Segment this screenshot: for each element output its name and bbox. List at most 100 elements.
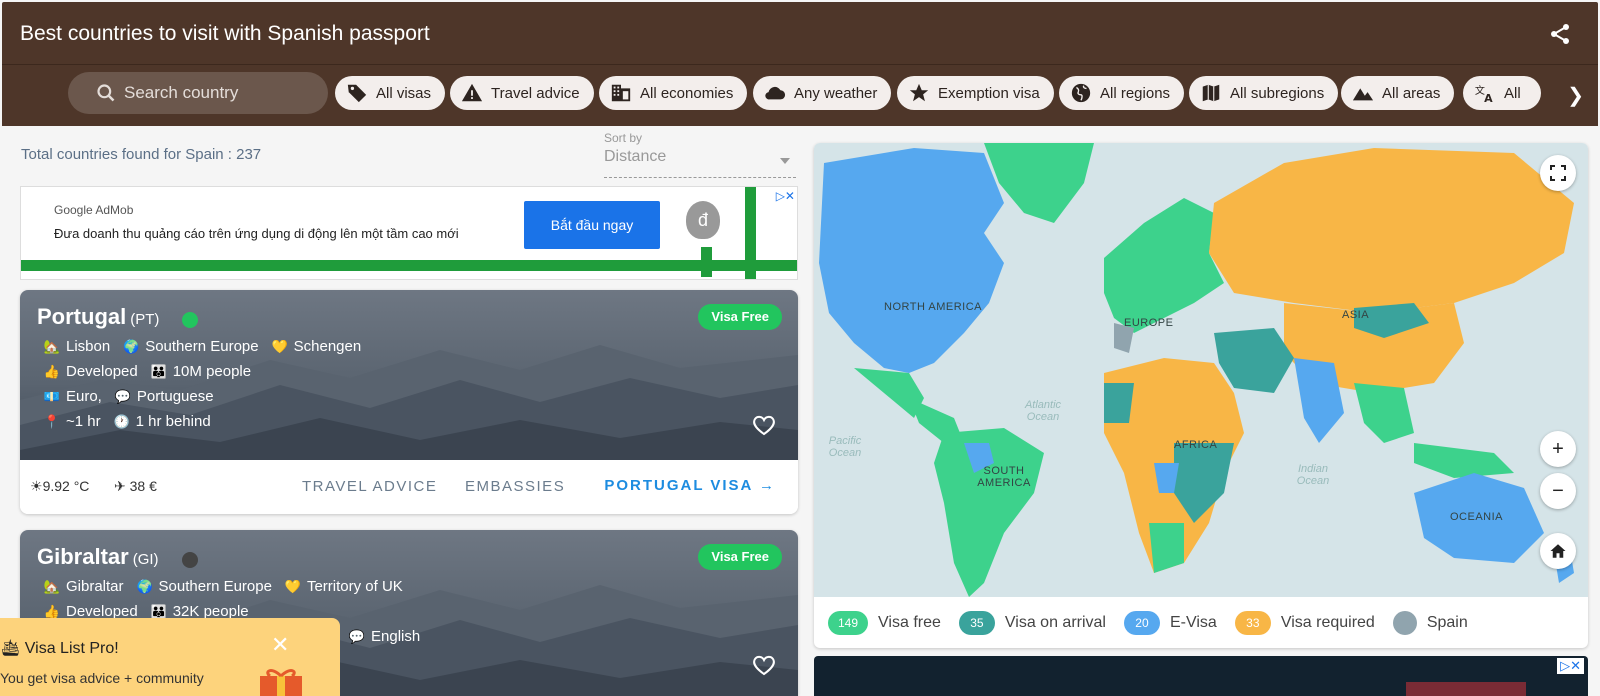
legend-e-visa[interactable]: 20 E-Visa: [1123, 610, 1217, 635]
card-row-location: 🏡 Lisbon 🌍 Southern Europe 💛 Schengen: [43, 338, 362, 355]
svg-text:A: A: [1484, 92, 1493, 104]
search-icon: [97, 84, 115, 102]
chip-label: All areas: [1382, 84, 1441, 102]
filter-bar: Search country All visas Travel advice A…: [2, 64, 1598, 126]
legend-count: 33: [1234, 610, 1271, 635]
app-header: Best countries to visit with Spanish pas…: [2, 2, 1598, 64]
search-input[interactable]: Search country: [68, 72, 328, 114]
filter-travel-advice[interactable]: Travel advice: [450, 76, 594, 110]
world-map-shapes: [819, 143, 1574, 597]
fullscreen-icon: [1550, 165, 1566, 181]
sort-select[interactable]: Distance: [604, 148, 796, 178]
house-icon: 🏡: [43, 338, 61, 354]
status-dot: [182, 552, 198, 568]
ad-banner-bottom[interactable]: ▷✕: [814, 656, 1588, 696]
chip-label: All: [1504, 84, 1521, 102]
promo-text: You get visa advice + community: [0, 670, 204, 686]
legend-label: Visa free: [878, 613, 941, 631]
country-name: Gibraltar (GI): [37, 544, 159, 569]
ad-text: Đưa doanh thu quảng cáo trên ứng dụng di…: [54, 226, 459, 241]
sort-value: Distance: [604, 148, 667, 165]
chip-label: Any weather: [794, 84, 878, 102]
ad-decoration: [701, 247, 712, 277]
chip-label: Travel advice: [491, 84, 580, 102]
travel-advice-link[interactable]: TRAVEL ADVICE: [302, 478, 437, 495]
card-row-location: 🏡 Gibraltar 🌍 Southern Europe 💛 Territory o…: [43, 578, 403, 595]
legend-label: Visa required: [1280, 613, 1375, 631]
filter-all-economies[interactable]: All economies: [599, 76, 748, 110]
map-label-africa: AFRICA: [1174, 439, 1218, 451]
home-button[interactable]: [1540, 533, 1576, 569]
favorite-heart-icon[interactable]: [752, 654, 776, 676]
favorite-heart-icon[interactable]: [752, 414, 776, 436]
ad-brand: Google AdMob: [54, 203, 134, 217]
translate-icon: 文A: [1473, 81, 1497, 105]
card-footer: ☀9.92 °C ✈ 38 € TRAVEL ADVICE EMBASSIES …: [20, 460, 798, 514]
map-label-europe: EUROPE: [1124, 317, 1174, 329]
legend-dot: [1392, 610, 1417, 635]
filter-all-visas[interactable]: All visas: [335, 76, 446, 110]
ad-choices-icon[interactable]: ▷✕: [776, 189, 795, 203]
clock-icon: 🕐: [113, 413, 130, 429]
share-icon[interactable]: [1548, 22, 1572, 46]
filter-all-areas[interactable]: All areas: [1341, 76, 1455, 110]
filter-exemption-visa[interactable]: Exemption visa: [897, 76, 1054, 110]
chip-label: Exemption visa: [938, 84, 1040, 102]
globe-icon: 🌍: [136, 578, 153, 594]
search-placeholder: Search country: [124, 83, 239, 102]
country-visa-link[interactable]: PORTUGAL VISA →: [604, 477, 776, 494]
legend-home-country[interactable]: Spain: [1392, 610, 1468, 635]
map-label-south-america: SOUTH AMERICA: [977, 465, 1031, 489]
thumbs-up-icon: 👍: [43, 363, 61, 379]
chip-label: All regions: [1100, 84, 1171, 102]
globe-icon: [1069, 81, 1093, 105]
map-canvas[interactable]: NORTH AMERICA EUROPE ASIA AFRICA SOUTH A…: [814, 143, 1588, 597]
warning-icon: [460, 81, 484, 105]
card-row-economy: 👍 Developed 👪 10M people: [43, 363, 252, 380]
world-map[interactable]: NORTH AMERICA EUROPE ASIA AFRICA SOUTH A…: [814, 143, 1588, 648]
map-label-north-america: NORTH AMERICA: [884, 301, 982, 313]
legend-visa-free[interactable]: 149 Visa free: [828, 610, 941, 635]
ad-choices-icon[interactable]: ▷✕: [1557, 658, 1584, 674]
filter-all-regions[interactable]: All regions: [1059, 76, 1185, 110]
fullscreen-button[interactable]: [1540, 155, 1576, 191]
card-row-culture: 💬 English: [348, 628, 421, 645]
card-row-travel: 📍 ~1 hr 🕐 1 hr behind: [43, 413, 211, 430]
map-label-pacific: Pacific Ocean: [828, 435, 862, 459]
mountain-icon: [1351, 81, 1375, 105]
card-hero-image: Portugal (PT) Visa Free 🏡 Lisbon 🌍 Southern…: [20, 290, 798, 460]
legend-label: Spain: [1426, 613, 1468, 631]
map-label-indian: Indian Ocean: [1296, 463, 1330, 487]
card-row-culture: 💶 Euro, 💬 Portuguese: [43, 388, 214, 405]
promo-popup[interactable]: 🛳 Visa List Pro! You get visa advice + c…: [0, 618, 340, 696]
close-icon[interactable]: ✕: [271, 632, 289, 658]
filter-all-subregions[interactable]: All subregions: [1189, 76, 1339, 110]
ad-cta-button[interactable]: Bắt đầu ngay: [524, 201, 660, 249]
ad-decoration: [21, 260, 797, 271]
speech-icon: 💬: [348, 628, 366, 644]
cloud-icon: [763, 81, 787, 105]
star-icon: [907, 81, 931, 105]
country-card-portugal[interactable]: Portugal (PT) Visa Free 🏡 Lisbon 🌍 Southern…: [20, 290, 798, 514]
zoom-out-button[interactable]: −: [1540, 473, 1576, 509]
zoom-in-button[interactable]: +: [1540, 431, 1576, 467]
ad-banner[interactable]: Google AdMob Đưa doanh thu quảng cáo trê…: [20, 186, 798, 280]
page-title: Best countries to visit with Spanish pas…: [20, 22, 430, 45]
filter-any-weather[interactable]: Any weather: [753, 76, 892, 110]
map-label-atlantic: Atlantic Ocean: [1024, 399, 1062, 423]
chip-label: All visas: [376, 84, 432, 102]
ad-decoration: [1406, 682, 1526, 696]
sort-label: Sort by: [604, 131, 643, 145]
ad-decoration: [745, 187, 756, 279]
promo-title: 🛳 Visa List Pro!: [0, 640, 119, 657]
house-icon: 🏡: [43, 578, 61, 594]
embassies-link[interactable]: EMBASSIES: [465, 478, 565, 495]
legend-label: E-Visa: [1169, 613, 1217, 631]
legend-visa-on-arrival[interactable]: 35 Visa on arrival: [958, 610, 1106, 635]
filter-all-languages[interactable]: 文A All: [1463, 76, 1541, 110]
chevron-right-icon[interactable]: ❯: [1567, 83, 1584, 108]
legend-visa-required[interactable]: 33 Visa required: [1234, 610, 1375, 635]
status-dot: [182, 312, 198, 328]
results-count: Total countries found for Spain : 237: [21, 146, 262, 163]
flight-info: ✈ 38 €: [114, 478, 157, 494]
